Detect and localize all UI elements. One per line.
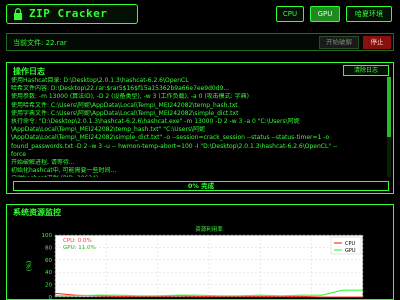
cpu-mode-button[interactable]: CPU (276, 6, 304, 22)
cpu-usage-annotation: CPU: 0.0% (63, 238, 92, 244)
gpu-usage-annotation: GPU: 11.0% (63, 245, 96, 251)
log-line: 初始化hashcat中, 可能需要一些时间... (11, 167, 117, 175)
clear-log-button[interactable]: 清除日志 (343, 65, 389, 76)
log-line: found_passwords.txt -D 2 -w 3 -u -- hwmo… (11, 142, 338, 150)
log-output[interactable]: 使用Hashcat目录: D:\Desktop\2.0.1.3\hashcat-… (11, 77, 385, 177)
log-line: 哈希文件内容: D:\Desktop\22.rar:$rar5$16$f15a1… (11, 85, 230, 93)
file-bar: 当前文件: 22.rar 开始破解 停止 (6, 33, 394, 51)
start-crack-button[interactable]: 开始破解 (319, 36, 359, 49)
current-file-label: 当前文件: 22.rar (13, 39, 67, 47)
log-panel: 操作日志 清除日志 使用Hashcat目录: D:\Desktop\2.0.1.… (6, 62, 394, 194)
resource-monitor-panel: 系统资源监控 资源利用率(%)0204060801000.02.55.07.51… (6, 204, 394, 300)
log-line: 使用Hashcat目录: D:\Desktop\2.0.1.3\hashcat-… (11, 77, 189, 84)
log-line: 使用哈希文件: C:\Users\阿妮\AppData\Local\Temp\_… (11, 101, 238, 109)
y-tick-label: 100 (42, 233, 53, 239)
resource-chart: 资源利用率(%)0204060801000.02.55.07.510.012.5… (26, 225, 370, 300)
app-header: ZIP Cracker CPU GPU 哈夏环境 (6, 4, 394, 24)
stop-button[interactable]: 停止 (363, 36, 391, 49)
log-line: force (11, 150, 27, 158)
y-axis-label: (%) (26, 261, 33, 271)
chart-title: 资源利用率 (195, 225, 223, 233)
log-line: 开始破解进程, 请等待... (11, 159, 75, 167)
legend-label-cpu: CPU (345, 241, 356, 247)
log-line: 使用参数: -m 13000 (算法ID), -D 2 (设备类型), -w 3… (11, 93, 249, 101)
progress-bar: 0% 完成 (13, 181, 389, 191)
progress-text: 0% 完成 (187, 182, 215, 190)
y-tick-label: 80 (45, 245, 52, 251)
y-tick-label: 60 (45, 258, 52, 264)
app-logo: ZIP Cracker (6, 4, 138, 24)
app-title: ZIP Cracker (29, 7, 108, 20)
y-tick-label: 40 (45, 270, 52, 276)
log-scrollbar-thumb[interactable] (387, 77, 391, 137)
log-line: \AppData\Local\Temp\_MEI242082\temp_hash… (11, 126, 206, 134)
log-line: \AppData\Local\Temp\_MEI242082\simple_di… (11, 134, 330, 142)
log-panel-title: 操作日志 (13, 67, 45, 76)
lock-icon (14, 8, 22, 20)
gpu-mode-button[interactable]: GPU (310, 6, 340, 22)
environment-button[interactable]: 哈夏环境 (346, 6, 392, 22)
log-scrollbar[interactable] (387, 77, 391, 177)
log-line: 启动hashcat进程 (PID: 30624) (11, 175, 385, 177)
y-tick-label: 20 (45, 283, 52, 289)
resource-chart-area: 资源利用率(%)0204060801000.02.55.07.510.012.5… (11, 217, 391, 300)
log-line: 执行命令: "D:\Desktop\2.0.1.3\hashcat-6.2.6\… (11, 118, 300, 126)
log-line: 使用字典文件: C:\Users\阿妮\AppData\Local\Temp\_… (11, 109, 239, 117)
legend-label-gpu: GPU (345, 248, 356, 254)
